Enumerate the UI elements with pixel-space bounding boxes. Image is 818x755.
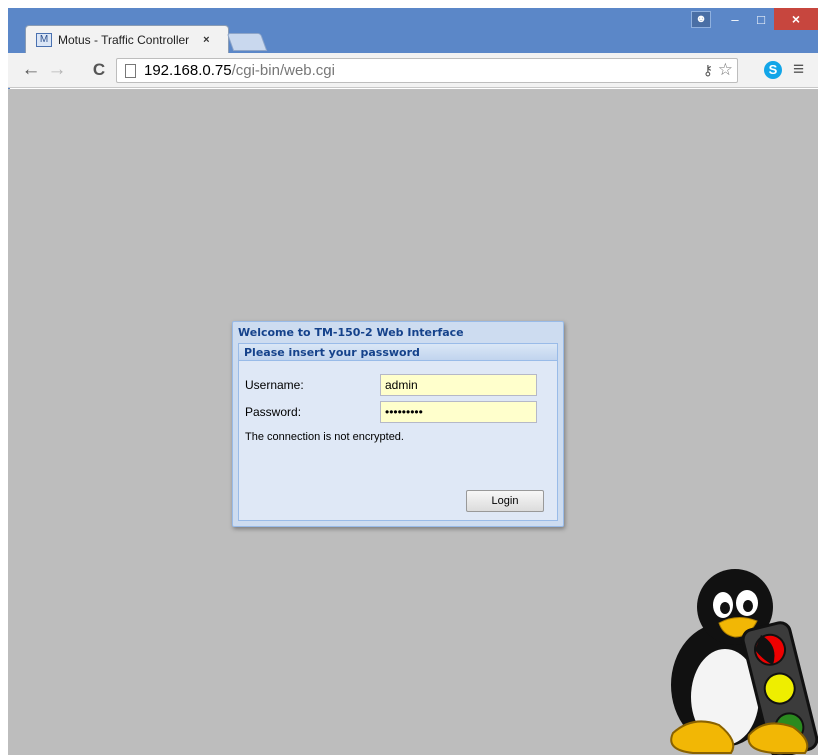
fieldset-title: Please insert your password [239,344,557,361]
tux-traffic-light-icon [670,569,818,755]
menu-icon[interactable]: ≡ [793,59,804,81]
username-label: Username: [245,378,304,392]
back-button[interactable]: ← [20,59,42,81]
close-window-button[interactable]: × [774,8,818,30]
login-button[interactable]: Login [466,490,544,512]
tab-title: Motus - Traffic Controller [58,32,190,47]
page-viewport: Welcome to TM-150-2 Web Interface Please… [8,89,818,755]
login-form: Please insert your password Username: ad… [238,343,558,521]
skype-icon[interactable]: S [764,61,782,79]
reload-button[interactable]: C [88,59,110,81]
forward-button[interactable]: → [46,59,68,81]
url-host: 192.168.0.75 [144,62,232,79]
profile-button[interactable]: ☻ [690,8,712,30]
user-icon: ☻ [691,10,711,28]
star-icon[interactable]: ☆ [718,60,733,80]
dialog-title: Welcome to TM-150-2 Web Interface [238,326,464,339]
login-dialog: Welcome to TM-150-2 Web Interface Please… [232,321,564,527]
encryption-notice: The connection is not encrypted. [245,431,404,443]
tab-close-icon[interactable]: × [203,34,209,46]
password-label: Password: [245,405,302,419]
browser-tab[interactable]: M Motus - Traffic Controller × [25,25,229,53]
traffic-controller-favicon-icon: M [36,32,52,47]
password-input[interactable]: ••••••••• [380,401,537,423]
username-row: Username: admin [245,374,537,396]
username-input[interactable]: admin [380,374,537,396]
minimize-button[interactable]: – [722,8,748,30]
key-icon[interactable]: ⚷ [703,62,713,79]
password-row: Password: ••••••••• [245,401,537,423]
page-icon [125,63,136,78]
new-tab-button[interactable] [226,33,268,51]
window-controls: ☻ – □ × [690,8,818,30]
address-bar[interactable]: 192.168.0.75/cgi-bin/web.cgi ⚷ ☆ [116,58,738,83]
maximize-button[interactable]: □ [748,8,774,30]
url-path: /cgi-bin/web.cgi [231,62,335,79]
browser-toolbar: ← → C 192.168.0.75/cgi-bin/web.cgi ⚷ ☆ S… [8,53,818,88]
